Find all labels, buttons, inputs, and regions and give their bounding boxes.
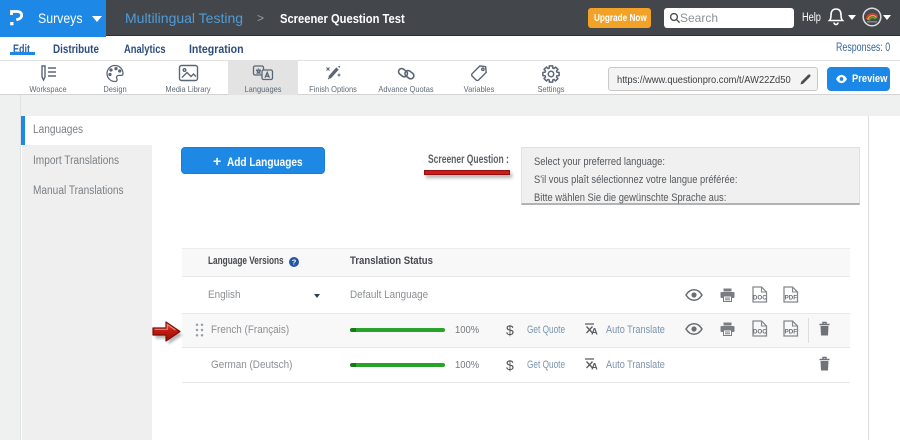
svg-text:A: A	[591, 362, 598, 371]
svg-text:?: ?	[292, 258, 297, 267]
svg-text:A: A	[591, 327, 598, 336]
